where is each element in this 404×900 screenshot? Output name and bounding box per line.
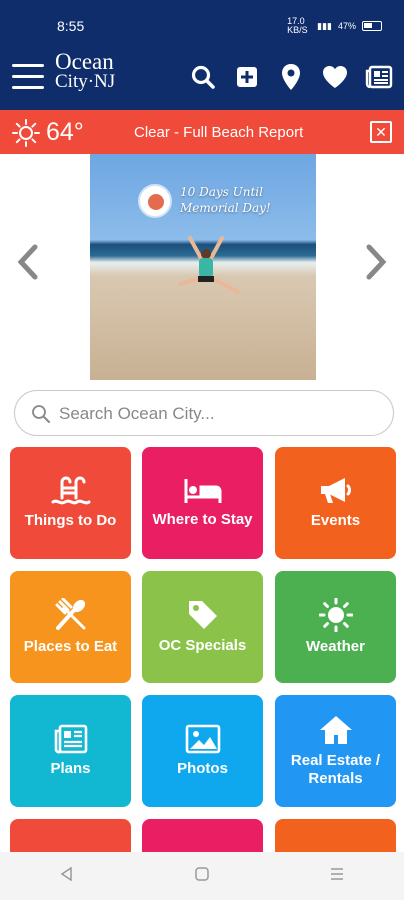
search-icon[interactable] bbox=[188, 62, 218, 92]
home-icon[interactable] bbox=[194, 866, 210, 887]
tile-label: Photos bbox=[177, 760, 228, 777]
add-icon[interactable] bbox=[232, 62, 262, 92]
tile-label: Things to Do bbox=[24, 512, 117, 529]
status-bar: 8:55 17.0 KB/S ▮▮▮ 47% bbox=[0, 0, 404, 44]
heart-icon[interactable] bbox=[320, 62, 350, 92]
logo-line1: Ocean bbox=[55, 49, 114, 74]
tile-real-estate-rentals[interactable]: Real Estate / Rentals bbox=[275, 695, 396, 807]
ocean-city-badge-icon bbox=[138, 184, 172, 218]
caption-line1: 10 Days Until bbox=[180, 185, 263, 199]
carousel-prev-icon[interactable] bbox=[12, 240, 42, 284]
utensils-icon bbox=[55, 598, 85, 630]
recents-menu-icon[interactable] bbox=[329, 866, 345, 887]
search-input[interactable] bbox=[59, 401, 379, 427]
net-speed: 17.0 KB/S bbox=[287, 16, 308, 35]
tile-photos[interactable]: Photos bbox=[142, 695, 263, 807]
sun-icon bbox=[318, 598, 353, 632]
status-time: 8:55 bbox=[57, 18, 85, 34]
tile-label: Places to Eat bbox=[23, 638, 118, 655]
tile-events[interactable]: Events bbox=[275, 447, 396, 559]
hamburger-menu-icon[interactable] bbox=[12, 64, 44, 90]
battery-percent: 47% bbox=[337, 21, 356, 31]
slide-caption: 10 Days Until Memorial Day! bbox=[180, 184, 271, 216]
megaphone-icon bbox=[320, 478, 351, 503]
tile-oc-specials[interactable]: OC Specials bbox=[142, 571, 263, 683]
tile-plans[interactable]: Plans bbox=[10, 695, 131, 807]
house-icon bbox=[319, 716, 352, 744]
tile-label: Real Estate / Rentals bbox=[290, 752, 381, 787]
newspaper-icon[interactable] bbox=[364, 62, 394, 92]
app-header: Ocean City·NJ bbox=[0, 44, 404, 110]
tile-label: Plans bbox=[50, 760, 91, 777]
tile-things-to-do[interactable]: Things to Do bbox=[10, 447, 131, 559]
tile-label: Events bbox=[310, 512, 361, 529]
caption-line2: Memorial Day! bbox=[180, 201, 271, 215]
back-icon[interactable] bbox=[59, 866, 75, 887]
tag-icon bbox=[188, 601, 217, 629]
temperature: 64° bbox=[46, 118, 84, 146]
beach-report-link[interactable]: Clear - Full Beach Report bbox=[134, 124, 303, 141]
system-nav-bar bbox=[0, 852, 404, 900]
tile-label: Weather bbox=[306, 638, 365, 655]
tile-label: OC Specials bbox=[158, 637, 247, 654]
status-icons: 17.0 KB/S ▮▮▮ 47% bbox=[287, 17, 382, 35]
weather-banner: 64° Clear - Full Beach Report ✕ bbox=[0, 110, 404, 154]
app-logo[interactable]: Ocean City·NJ bbox=[55, 49, 116, 92]
tile-where-to-stay[interactable]: Where to Stay bbox=[142, 447, 263, 559]
tile-places-to-eat[interactable]: Places to Eat bbox=[10, 571, 131, 683]
battery-icon bbox=[362, 21, 382, 31]
promo-carousel: 10 Days Until Memorial Day! bbox=[0, 154, 404, 380]
map-pin-icon[interactable] bbox=[276, 62, 306, 92]
header-actions bbox=[188, 62, 394, 92]
carousel-next-icon[interactable] bbox=[362, 240, 392, 284]
jumping-person-image bbox=[178, 236, 240, 294]
sun-icon bbox=[12, 119, 40, 152]
search-icon bbox=[31, 404, 51, 429]
tile-label: Where to Stay bbox=[152, 511, 253, 528]
logo-line2: City·NJ bbox=[55, 71, 116, 92]
image-icon bbox=[185, 724, 220, 754]
signal-icon: ▮▮▮ bbox=[317, 20, 332, 31]
tile-weather[interactable]: Weather bbox=[275, 571, 396, 683]
bed-icon bbox=[184, 479, 221, 503]
close-icon[interactable]: ✕ bbox=[370, 121, 392, 143]
carousel-slide[interactable]: 10 Days Until Memorial Day! bbox=[90, 154, 316, 380]
newspaper-icon bbox=[54, 724, 87, 754]
pool-icon bbox=[51, 476, 90, 505]
search-bar[interactable] bbox=[14, 390, 394, 436]
